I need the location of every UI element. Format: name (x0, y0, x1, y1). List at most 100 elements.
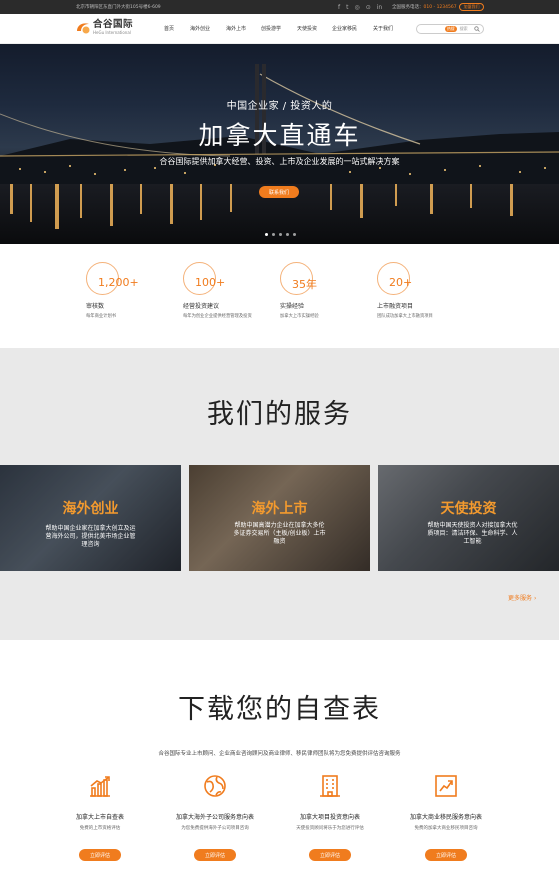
wechat-icon[interactable]: ◎ (354, 4, 359, 11)
carousel-dot[interactable] (293, 233, 296, 236)
stat-desc: 每年商业计划书 (86, 314, 117, 319)
desc-line: 帮助中国企业家在加拿大创立及运 (45, 525, 136, 532)
carousel-dot[interactable] (265, 233, 268, 236)
desc-line: 帮助中国天使投资人对接加拿大优 (427, 522, 518, 529)
download-item: 加拿大海外子公司服务意向表 为您免费提供海外子公司项目咨询 立即评估 (160, 774, 270, 861)
stat-number: 35年 (292, 278, 317, 291)
download-item: 加拿大项目投资意向表 天使投资顾问将乐于为您进行评估 立即评估 (275, 774, 385, 861)
desc-line: 工智能 (463, 538, 482, 545)
desc-line: 营海外公司，提供北美市场企业管 (45, 533, 136, 540)
hero-subtitle: 中国企业家 / 投资人的 (226, 101, 333, 112)
download-item-desc: 免费的加拿大商业移民项目咨询 (414, 826, 478, 831)
download-item-desc: 免费的上市资格评估 (79, 826, 121, 831)
service-card-title: 海外创业 (62, 501, 119, 517)
logo-name: 合谷国际 (93, 19, 134, 30)
evaluate-button[interactable]: 立即评估 (425, 849, 467, 861)
hotline-label: 全国服务电话： (392, 5, 424, 10)
evaluate-button[interactable]: 立即评估 (194, 849, 236, 861)
carousel-dot[interactable] (279, 233, 282, 236)
nav-entrepreneur-immigration[interactable]: 企业家移民 (332, 25, 357, 32)
stat-number: 1,200+ (98, 276, 139, 289)
download-item-title: 加拿大项目投资意向表 (299, 814, 360, 821)
desc-line: 多证券交易所（主板/创业板）上市 (233, 530, 326, 537)
service-card-startup[interactable]: 海外创业 帮助中国企业家在加拿大创立及运 营海外公司，提供北美市场企业管 理咨询 (0, 465, 181, 571)
nav-overseas-startup[interactable]: 海外创业 (190, 25, 210, 32)
search-keyword[interactable]: 搜索 (460, 26, 468, 32)
globe-icon (204, 775, 226, 797)
download-item-desc: 天使投资顾问将乐于为您进行评估 (296, 826, 364, 831)
hot-search-tag: 热搜 (445, 26, 457, 32)
card-overlay (378, 465, 559, 571)
desc-line: 融资 (273, 538, 286, 545)
logo-english: HeGu International (93, 29, 131, 35)
weibo-icon[interactable]: ⊙ (366, 4, 371, 11)
hero-description: 合谷国际提供加拿大经营、投资、上市及企业发展的一站式解决方案 (159, 157, 400, 166)
service-card-title: 天使投资 (440, 501, 497, 517)
carousel-dots (265, 233, 296, 236)
nav-about-us[interactable]: 关于我们 (373, 25, 393, 32)
stat-label: 实操经验 (280, 303, 305, 310)
stat-label: 审核数 (86, 303, 105, 310)
download-item-title: 加拿大海外子公司服务意向表 (175, 814, 254, 821)
stats-section: 1,200+ 审核数 每年商业计划书 100+ 经营投资建议 每年为创业企业提供… (0, 244, 559, 348)
search-box[interactable]: 热搜 搜索 (416, 24, 484, 34)
desc-line: 帮助中国高潜力企业在加拿大多伦 (234, 522, 325, 529)
twitter-icon[interactable]: t (346, 4, 348, 11)
search-icon[interactable] (474, 26, 480, 32)
contact-us-button[interactable]: 联系我们 (259, 186, 299, 198)
stat-label: 上市融资项目 (377, 303, 414, 310)
desc-line: 质项目：清洁环保、生命科学、人 (427, 530, 518, 537)
card-overlay (0, 465, 181, 571)
download-item-desc: 为您免费提供海外子公司项目咨询 (181, 826, 249, 831)
nav-venture-tour[interactable]: 创投游学 (261, 25, 281, 32)
stat-label: 经营投资建议 (183, 303, 220, 310)
growth-icon (435, 775, 457, 797)
join-us-button[interactable]: 加盟我们 (459, 3, 484, 11)
logo-mark-icon (75, 20, 91, 34)
stat-desc: 团队成功加拿大上市融资项目 (377, 314, 433, 319)
hotline: 全国服务电话：010 - 1234567 (392, 4, 457, 10)
facebook-icon[interactable]: f (338, 4, 340, 11)
more-services-link[interactable]: 更多服务 › (508, 593, 536, 602)
card-overlay (189, 465, 370, 571)
nav-home[interactable]: 首页 (164, 25, 174, 32)
nav-angel-investment[interactable]: 天使投资 (297, 25, 317, 32)
service-card-desc: 帮助中国天使投资人对接加拿大优 质项目：清洁环保、生命科学、人 工智能 (410, 522, 535, 546)
download-item-title: 加拿大上市自查表 (75, 814, 124, 821)
carousel-dot[interactable] (272, 233, 275, 236)
services-title: 我们的服务 (207, 399, 352, 430)
stat-number: 20+ (389, 276, 413, 289)
download-description: 合谷国际专业上市顾问、企业商业咨询顾问及商业律师、移民律师团队将为您免费提供评估… (158, 751, 401, 757)
services-section: 我们的服务 海外创业 帮助中国企业家在加拿大创立及运 营海外公司，提供北美市场企… (0, 348, 559, 640)
download-section: 下载您的自查表 合谷国际专业上市顾问、企业商业咨询顾问及商业律师、移民律师团队将… (0, 640, 559, 895)
service-card-title: 海外上市 (251, 501, 308, 517)
hero-banner: 中国企业家 / 投资人的 加拿大直通车 合谷国际提供加拿大经营、投资、上市及企业… (0, 44, 559, 244)
chevron-right-icon: › (533, 595, 537, 602)
service-card-angel[interactable]: 天使投资 帮助中国天使投资人对接加拿大优 质项目：清洁环保、生命科学、人 工智能 (378, 465, 559, 571)
download-item: 加拿大商业移民服务意向表 免费的加拿大商业移民项目咨询 立即评估 (391, 774, 501, 861)
evaluate-button[interactable]: 立即评估 (309, 849, 351, 861)
social-links: f t ◎ ⊙ in (338, 4, 382, 11)
service-card-desc: 帮助中国高潜力企业在加拿大多伦 多证券交易所（主板/创业板）上市 融资 (217, 522, 342, 546)
chart-icon (90, 776, 110, 797)
carousel-dot[interactable] (286, 233, 289, 236)
nav-overseas-listing[interactable]: 海外上市 (226, 25, 246, 32)
stat-number: 100+ (195, 276, 226, 289)
top-bar: 北京市朝阳区东直门外大街105号楼6-609 f t ◎ ⊙ in 全国服务电话… (0, 0, 559, 14)
evaluate-button[interactable]: 立即评估 (79, 849, 121, 861)
service-card-listing[interactable]: 海外上市 帮助中国高潜力企业在加拿大多伦 多证券交易所（主板/创业板）上市 融资 (189, 465, 370, 571)
address-text: 北京市朝阳区东直门外大街105号楼6-609 (76, 5, 161, 10)
service-card-desc: 帮助中国企业家在加拿大创立及运 营海外公司，提供北美市场企业管 理咨询 (28, 525, 153, 549)
logo[interactable]: 合谷国际 HeGu International (75, 20, 133, 35)
hero-title: 加拿大直通车 (198, 121, 361, 150)
hotline-number: 010 - 1234567 (423, 5, 457, 10)
stat-desc: 加拿大上市实操经验 (280, 314, 319, 319)
desc-line: 理咨询 (81, 541, 100, 548)
download-item: 加拿大上市自查表 免费的上市资格评估 立即评估 (45, 774, 155, 861)
stat-desc: 每年为创业企业提供经营管理及投资 (183, 314, 252, 319)
download-title: 下载您的自查表 (178, 694, 381, 725)
download-item-title: 加拿大商业移民服务意向表 (409, 814, 482, 821)
building-icon (320, 775, 340, 797)
linkedin-icon[interactable]: in (377, 4, 382, 11)
more-services-label: 更多服务 (508, 595, 533, 602)
